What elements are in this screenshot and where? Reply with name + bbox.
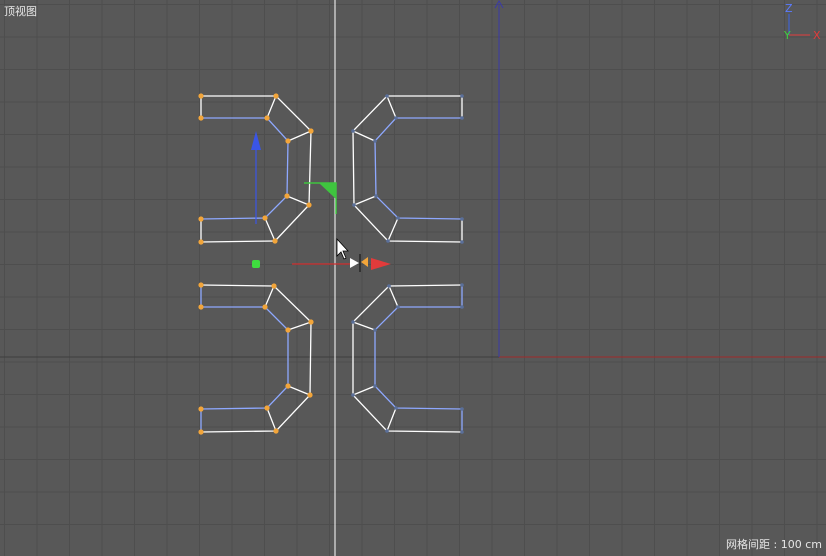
spline-inner-edge: [374, 117, 463, 220]
gizmo-x-label: X: [813, 29, 821, 42]
spline-inner-edge: [200, 117, 289, 220]
spline-inner-edge: [200, 306, 289, 410]
snap-marker-white: [350, 258, 359, 268]
viewport-scene[interactable]: Z Y X: [0, 0, 826, 556]
top-viewport[interactable]: Z Y X 顶视图 网格间距 : 100 cm: [0, 0, 826, 556]
spline-points[interactable]: [198, 282, 314, 435]
spline-inner-edge: [374, 306, 463, 410]
gizmo-y-label: Y: [783, 29, 791, 42]
spline-right-top[interactable]: [351, 94, 464, 244]
gizmo-z-label: Z: [785, 2, 793, 15]
viewport-name-label[interactable]: 顶视图: [4, 3, 37, 19]
move-handle-x-arrow[interactable]: [371, 258, 391, 270]
spline-points[interactable]: [351, 94, 464, 244]
move-gizmo[interactable]: [251, 131, 391, 272]
move-plane-handle-fill[interactable]: [319, 183, 336, 199]
snap-marker-orange: [361, 257, 368, 267]
spline-right-bottom[interactable]: [351, 283, 464, 434]
axis-orientation-gizmo: Z Y X: [783, 2, 821, 42]
mouse-cursor-icon: [336, 237, 349, 260]
grid-spacing-readout: 网格间距 : 100 cm: [726, 538, 822, 551]
spline-left-bottom[interactable]: [198, 282, 314, 435]
move-handle-z-arrow[interactable]: [251, 131, 261, 150]
move-gizmo-center[interactable]: [252, 260, 260, 268]
